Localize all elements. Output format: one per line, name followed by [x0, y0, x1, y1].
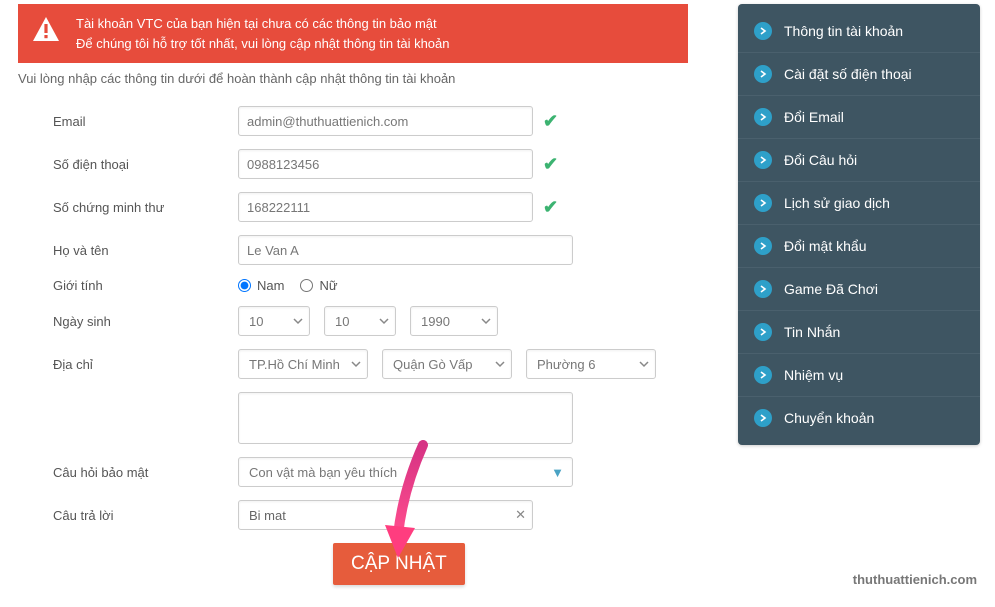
- nav-label: Đổi Câu hỏi: [784, 152, 857, 168]
- arrow-right-icon: [754, 323, 772, 341]
- addr-city-value: TP.Hồ Chí Minh: [249, 357, 340, 372]
- nav-label: Chuyển khoản: [784, 410, 874, 426]
- addr-ward-select[interactable]: Phường 6: [526, 349, 656, 379]
- question-select[interactable]: Con vật mà bạn yêu thích ▼: [238, 457, 573, 487]
- instruction-text: Vui lòng nhập các thông tin dưới để hoàn…: [18, 71, 688, 86]
- gender-female-label: Nữ: [319, 278, 337, 293]
- dob-day-value: 10: [249, 314, 263, 329]
- nav-label: Đổi Email: [784, 109, 844, 125]
- dropdown-arrow-icon: ▼: [551, 465, 564, 480]
- nav-label: Game Đã Chơi: [784, 281, 878, 297]
- submit-button[interactable]: CẬP NHẬT: [333, 543, 465, 585]
- arrow-right-icon: [754, 237, 772, 255]
- arrow-right-icon: [754, 22, 772, 40]
- chevron-down-icon: [481, 316, 491, 326]
- gender-label: Giới tính: [53, 278, 238, 293]
- arrow-right-icon: [754, 65, 772, 83]
- email-input[interactable]: [238, 106, 533, 136]
- nav-change-password[interactable]: Đổi mật khẩu: [738, 225, 980, 268]
- question-value: Con vật mà bạn yêu thích: [249, 465, 397, 480]
- check-icon: ✔: [543, 111, 558, 132]
- answer-input[interactable]: [249, 508, 515, 523]
- sidebar-nav: Thông tin tài khoản Cài đặt số điện thoạ…: [738, 4, 980, 445]
- nav-change-question[interactable]: Đổi Câu hỏi: [738, 139, 980, 182]
- dob-year-value: 1990: [421, 314, 450, 329]
- nav-change-email[interactable]: Đổi Email: [738, 96, 980, 139]
- dob-day-select[interactable]: 10: [238, 306, 310, 336]
- dob-month-value: 10: [335, 314, 349, 329]
- gender-female-radio[interactable]: [300, 279, 313, 292]
- id-label: Số chứng minh thư: [53, 200, 238, 215]
- arrow-right-icon: [754, 280, 772, 298]
- gender-male-radio[interactable]: [238, 279, 251, 292]
- addr-ward-value: Phường 6: [537, 357, 595, 372]
- nav-label: Tin Nhắn: [784, 324, 840, 340]
- id-input[interactable]: [238, 192, 533, 222]
- arrow-right-icon: [754, 409, 772, 427]
- addr-district-select[interactable]: Quận Gò Vấp: [382, 349, 512, 379]
- dob-year-select[interactable]: 1990: [410, 306, 498, 336]
- arrow-right-icon: [754, 151, 772, 169]
- gender-male-label: Nam: [257, 278, 284, 293]
- nav-label: Lịch sử giao dịch: [784, 195, 890, 211]
- clear-icon[interactable]: ✕: [515, 507, 526, 523]
- nav-label: Nhiệm vụ: [784, 367, 843, 383]
- name-label: Họ và tên: [53, 243, 238, 258]
- chevron-down-icon: [293, 316, 303, 326]
- question-label: Câu hỏi bảo mật: [53, 465, 238, 480]
- alert-line-1: Tài khoản VTC của bạn hiện tại chưa có c…: [76, 14, 450, 34]
- arrow-right-icon: [754, 108, 772, 126]
- nav-phone-setup[interactable]: Cài đặt số điện thoại: [738, 53, 980, 96]
- nav-label: Đổi mật khẩu: [784, 238, 866, 254]
- nav-label: Thông tin tài khoản: [784, 23, 903, 39]
- warning-icon: [32, 16, 60, 45]
- check-icon: ✔: [543, 154, 558, 175]
- arrow-right-icon: [754, 366, 772, 384]
- name-input[interactable]: [238, 235, 573, 265]
- dob-month-select[interactable]: 10: [324, 306, 396, 336]
- addr-city-select[interactable]: TP.Hồ Chí Minh: [238, 349, 368, 379]
- chevron-down-icon: [495, 359, 505, 369]
- addr-label: Địa chỉ: [53, 357, 238, 372]
- nav-account-info[interactable]: Thông tin tài khoản: [738, 10, 980, 53]
- nav-label: Cài đặt số điện thoại: [784, 66, 912, 82]
- addr-detail-textarea[interactable]: [238, 392, 573, 444]
- chevron-down-icon: [639, 359, 649, 369]
- nav-played-games[interactable]: Game Đã Chơi: [738, 268, 980, 311]
- alert-line-2: Để chúng tôi hỗ trợ tốt nhất, vui lòng c…: [76, 34, 450, 54]
- check-icon: ✔: [543, 197, 558, 218]
- nav-transfer[interactable]: Chuyển khoản: [738, 397, 980, 439]
- addr-district-value: Quận Gò Vấp: [393, 357, 473, 372]
- nav-missions[interactable]: Nhiệm vụ: [738, 354, 980, 397]
- security-alert: Tài khoản VTC của bạn hiện tại chưa có c…: [18, 4, 688, 63]
- chevron-down-icon: [379, 316, 389, 326]
- phone-label: Số điện thoại: [53, 157, 238, 172]
- dob-label: Ngày sinh: [53, 314, 238, 329]
- chevron-down-icon: [351, 359, 361, 369]
- answer-label: Câu trả lời: [53, 508, 238, 523]
- phone-input[interactable]: [238, 149, 533, 179]
- nav-messages[interactable]: Tin Nhắn: [738, 311, 980, 354]
- nav-transaction-history[interactable]: Lịch sử giao dịch: [738, 182, 980, 225]
- arrow-right-icon: [754, 194, 772, 212]
- watermark: thuthuattienich.com: [853, 572, 977, 587]
- email-label: Email: [53, 114, 238, 129]
